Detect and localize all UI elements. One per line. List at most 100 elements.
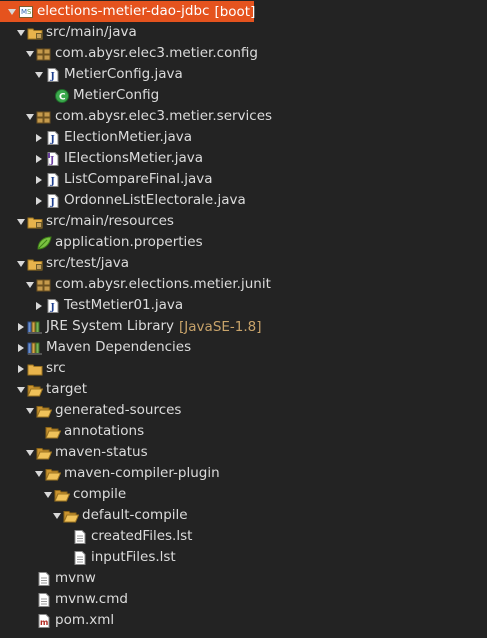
maven-pom-icon: m (36, 613, 52, 629)
tree-item-src-main-java[interactable]: src/main/java (0, 22, 487, 43)
tree-item-label: application.properties (55, 234, 203, 250)
tree-item-label: com.abysr.elec3.metier.config (55, 45, 258, 61)
library-icon (27, 340, 43, 356)
class-icon: C (54, 88, 70, 104)
tree-item-target[interactable]: target (0, 379, 487, 400)
svg-text:m: m (40, 618, 48, 627)
expand-arrow-icon[interactable] (34, 153, 43, 165)
tree-item-label: inputFiles.lst (91, 549, 176, 565)
collapse-arrow-icon[interactable] (16, 258, 25, 270)
tree-item-src-main-resources[interactable]: src/main/resources (0, 211, 487, 232)
collapse-arrow-icon[interactable] (16, 384, 25, 396)
collapse-arrow-icon[interactable] (16, 27, 25, 39)
tree-item-generated-sources[interactable]: generated-sources (0, 400, 487, 421)
expand-arrow-icon[interactable] (34, 174, 43, 186)
no-arrow (61, 531, 70, 543)
no-arrow (25, 594, 34, 606)
tree-item-label: src/main/resources (46, 213, 174, 229)
tree-item-listcomparefinal-java[interactable]: J ListCompareFinal.java (0, 169, 487, 190)
no-arrow (61, 552, 70, 564)
expand-arrow-icon[interactable] (16, 363, 25, 375)
text-file-icon (72, 529, 88, 545)
tree-item-label: default-compile (82, 507, 188, 523)
folder-open-icon (27, 382, 44, 398)
tree-item-label: mvnw (55, 570, 96, 586)
tree-item-testmetier01-java[interactable]: J TestMetier01.java (0, 295, 487, 316)
tree-item-label: TestMetier01.java (64, 297, 184, 313)
tree-item-maven-dependencies[interactable]: Maven Dependencies (0, 337, 487, 358)
no-arrow (34, 426, 43, 438)
tree-item-ielectionsmetier-java[interactable]: J IElectionsMetier.java (0, 148, 487, 169)
tree-item-src-test-java[interactable]: src/test/java (0, 253, 487, 274)
text-file-icon (36, 571, 52, 587)
collapse-arrow-icon[interactable] (25, 111, 34, 123)
tree-item-ordonnelistelectorale-java[interactable]: J OrdonneListElectorale.java (0, 190, 487, 211)
text-file-icon (72, 550, 88, 566)
package-icon (36, 109, 52, 125)
expand-arrow-icon[interactable] (34, 195, 43, 207)
no-arrow (25, 573, 34, 585)
tree-item-electionmetier-java[interactable]: J ElectionMetier.java (0, 127, 487, 148)
tree-item-compile[interactable]: compile (0, 484, 487, 505)
tree-item-mvnw[interactable]: mvnw (0, 568, 487, 589)
expand-arrow-icon[interactable] (16, 321, 25, 333)
package-icon (36, 277, 52, 293)
tree-item-label: MetierConfig (73, 87, 160, 103)
collapse-arrow-icon[interactable] (34, 468, 43, 480)
collapse-arrow-icon[interactable] (25, 279, 34, 291)
tree-item-label: IElectionsMetier.java (64, 150, 204, 166)
collapse-arrow-icon[interactable] (34, 69, 43, 81)
folder-open-icon (54, 487, 71, 503)
source-folder-icon (27, 256, 43, 272)
tree-item-label: pom.xml (55, 612, 115, 628)
svg-text:J: J (50, 177, 55, 187)
tree-item-annotations[interactable]: annotations (0, 421, 487, 442)
svg-text:J: J (50, 303, 55, 313)
tree-item-com-abysr-elec3-metier-config[interactable]: com.abysr.elec3.metier.config (0, 43, 487, 64)
tree-item-createdfiles-lst[interactable]: createdFiles.lst (0, 526, 487, 547)
tree-item-src[interactable]: src (0, 358, 487, 379)
tree-item-mvnw-cmd[interactable]: mvnw.cmd (0, 589, 487, 610)
collapse-arrow-icon[interactable] (25, 447, 34, 459)
expand-arrow-icon[interactable] (34, 132, 43, 144)
collapse-arrow-icon[interactable] (7, 6, 16, 18)
no-arrow (25, 615, 34, 627)
collapse-arrow-icon[interactable] (16, 216, 25, 228)
tree-item-com-abysr-elec3-metier-services[interactable]: com.abysr.elec3.metier.services (0, 106, 487, 127)
java-file-icon: J (45, 193, 61, 209)
tree-item-pom-xml[interactable]: m pom.xml (0, 610, 487, 631)
tree-item-label: MetierConfig.java (64, 66, 183, 82)
tree-item-maven-status[interactable]: maven-status (0, 442, 487, 463)
tree-item-jre-system-library[interactable]: JRE System Library [JavaSE-1.8] (0, 316, 487, 337)
tree-item-metierconfig-java[interactable]: J MetierConfig.java (0, 64, 487, 85)
tree-item-label: mvnw.cmd (55, 591, 128, 607)
tree-item-inputfiles-lst[interactable]: inputFiles.lst (0, 547, 487, 568)
tree-item-maven-compiler-plugin[interactable]: maven-compiler-plugin (0, 463, 487, 484)
tree-item-metierconfig[interactable]: C MetierConfig (0, 85, 487, 106)
tree-item-label: target (46, 381, 88, 397)
tree-item-default-compile[interactable]: default-compile (0, 505, 487, 526)
tree-item-application-properties[interactable]: application.properties (0, 232, 487, 253)
expand-arrow-icon[interactable] (34, 300, 43, 312)
folder-open-icon (36, 445, 53, 461)
tree-item-decoration: [boot] (214, 3, 256, 20)
spring-leaf-icon (36, 235, 52, 251)
collapse-arrow-icon[interactable] (25, 48, 34, 60)
tree-item-label: compile (73, 486, 127, 502)
tree-item-com-abysr-elections-metier-junit[interactable]: com.abysr.elections.metier.junit (0, 274, 487, 295)
collapse-arrow-icon[interactable] (52, 510, 61, 522)
library-icon (27, 319, 43, 335)
collapse-arrow-icon[interactable] (25, 405, 34, 417)
java-file-icon: J (45, 172, 61, 188)
tree-item-label: src (46, 360, 66, 376)
tree-item-decoration: [JavaSE-1.8] (179, 318, 262, 335)
tree-item-elections-metier-dao-jdbc[interactable]: M Selections-metier-dao-jdbc [boot] (0, 1, 256, 22)
expand-arrow-icon[interactable] (16, 342, 25, 354)
tree-item-label: Maven Dependencies (46, 339, 192, 355)
java-file-icon: J (45, 298, 61, 314)
collapse-arrow-icon[interactable] (43, 489, 52, 501)
svg-text:J: J (50, 198, 55, 208)
java-interface-file-icon: J (45, 151, 61, 167)
tree-item-label: JRE System Library (46, 318, 175, 334)
svg-text:C: C (59, 92, 66, 102)
